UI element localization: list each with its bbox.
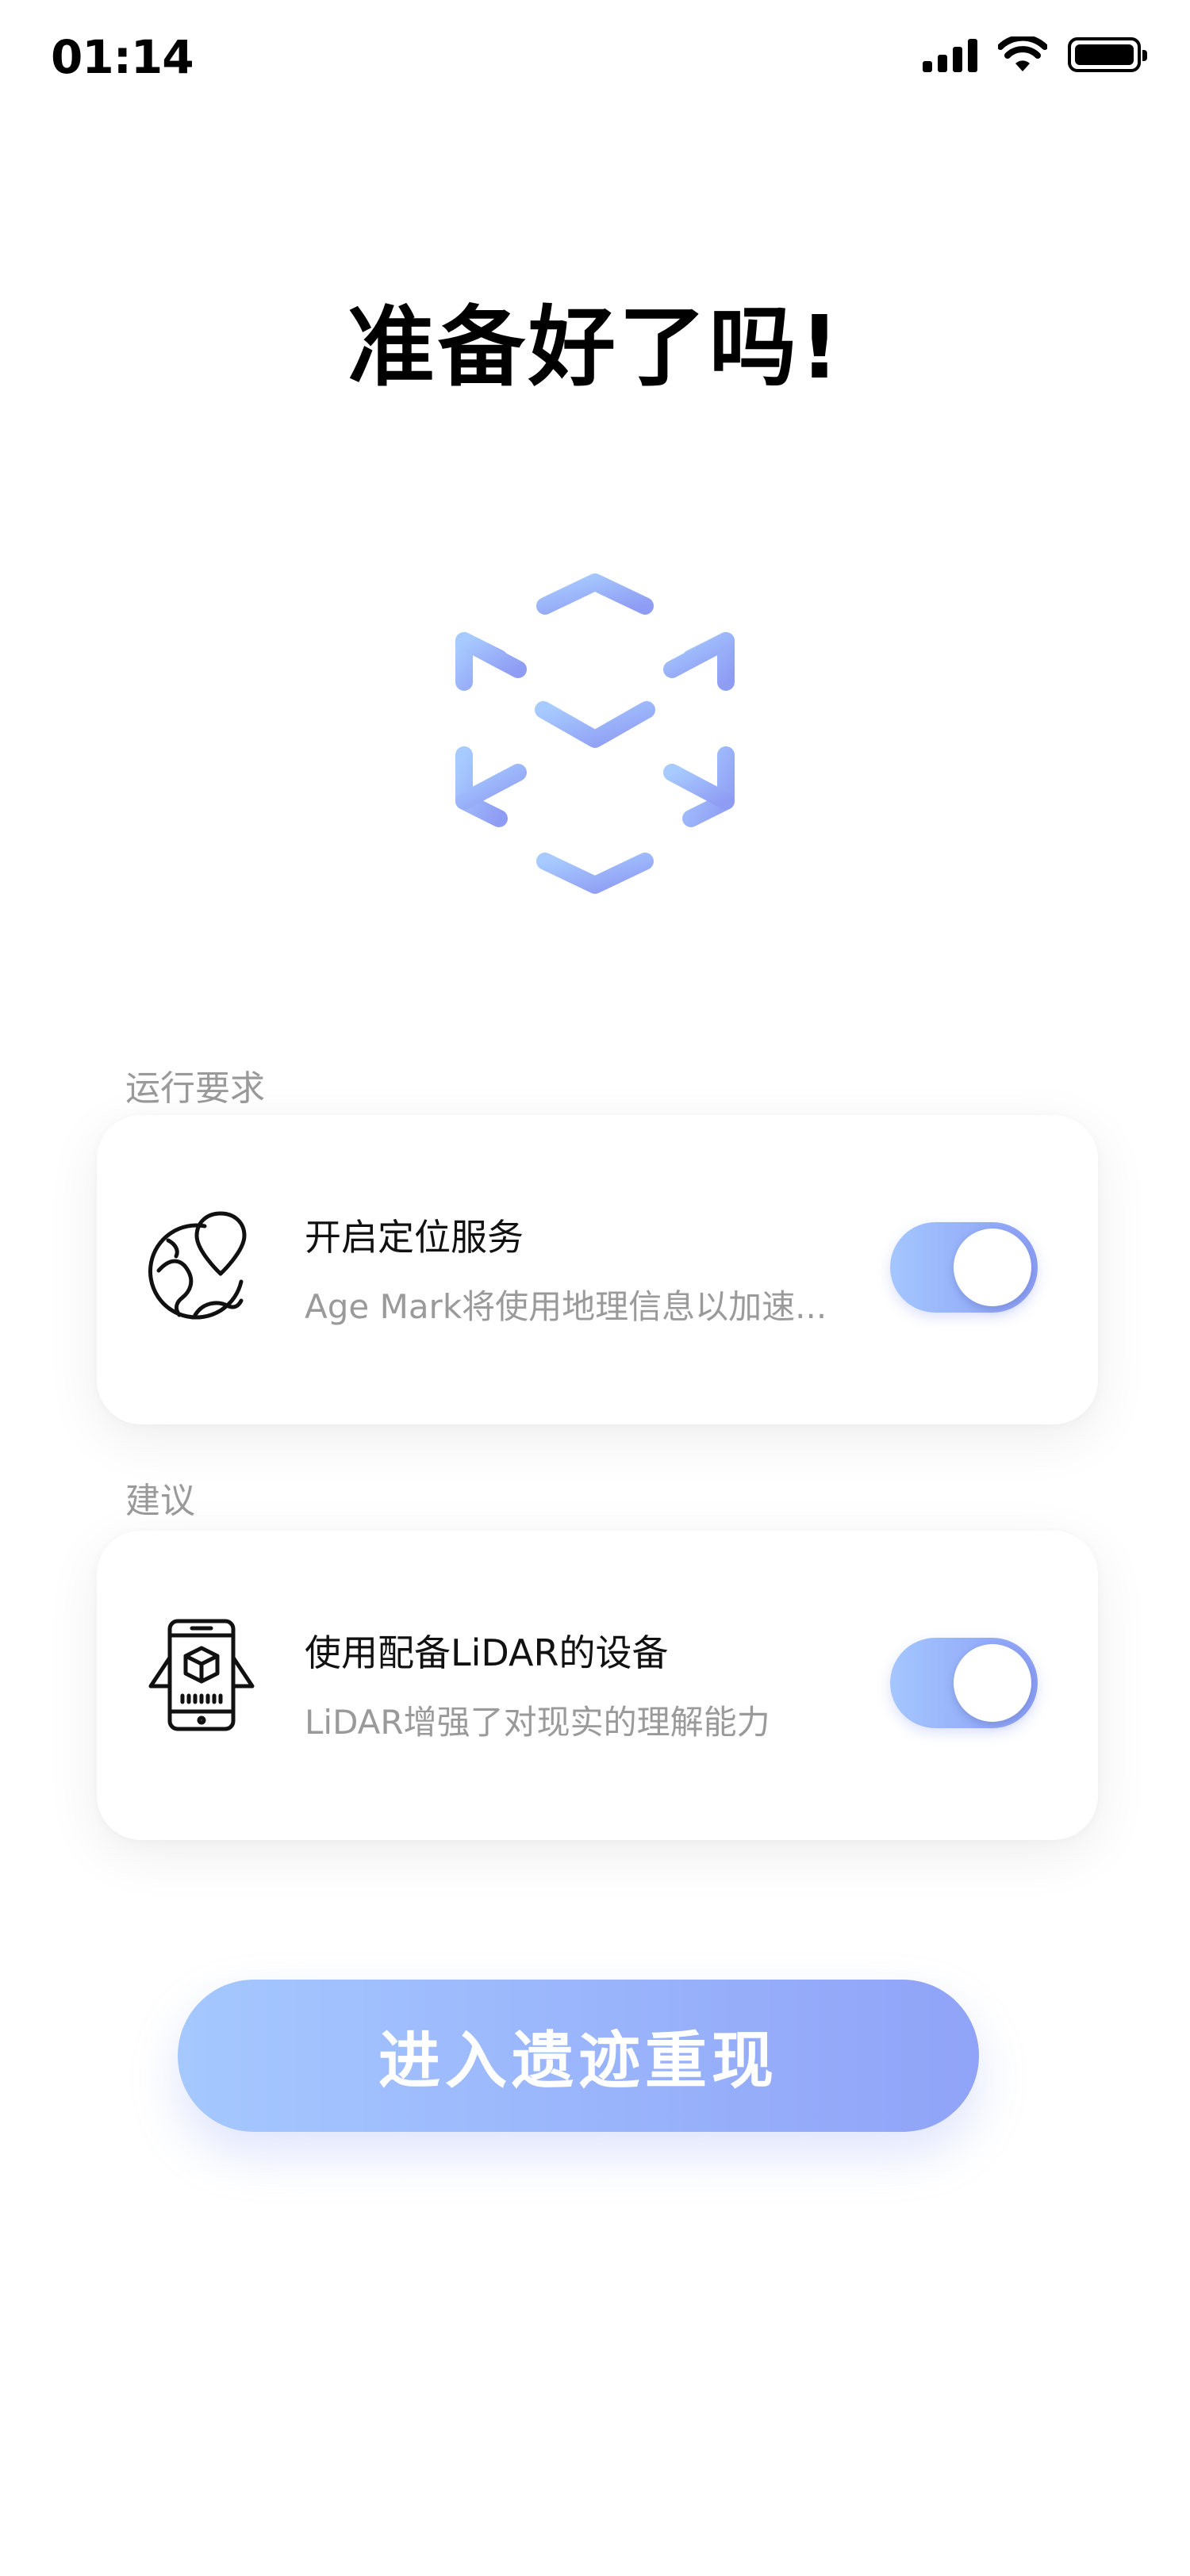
toggle-knob — [954, 1644, 1031, 1722]
battery-icon — [1068, 37, 1147, 72]
location-service-card: 开启定位服务 Age Mark将使用地理信息以加速... — [97, 1115, 1098, 1424]
lidar-device-toggle[interactable] — [890, 1638, 1038, 1728]
enter-ruins-button[interactable]: 进入遗迹重现 — [178, 1980, 979, 2132]
status-icons — [923, 36, 1147, 73]
location-service-title: 开启定位服务 — [305, 1216, 524, 1259]
phone-lidar-icon — [148, 1619, 255, 1731]
wifi-icon — [998, 36, 1047, 71]
section-label-suggestions: 建议 — [125, 1481, 195, 1521]
ar-cube-icon — [455, 573, 735, 894]
globe-location-icon — [148, 1211, 247, 1320]
location-service-subtitle: Age Mark将使用地理信息以加速... — [305, 1287, 827, 1326]
screen: 01:14 准备好了吗! 运行要求 开启定位服务 Age Mark将使用地理信息… — [0, 0, 1190, 2576]
page-title: 准备好了吗! — [347, 297, 843, 398]
cellular-signal-icon — [923, 37, 977, 72]
lidar-device-title: 使用配备LiDAR的设备 — [305, 1631, 669, 1674]
section-label-requirements: 运行要求 — [125, 1068, 265, 1109]
status-time: 01:14 — [51, 30, 194, 84]
location-service-toggle[interactable] — [890, 1222, 1038, 1313]
toggle-knob — [954, 1229, 1031, 1306]
lidar-device-card: 使用配备LiDAR的设备 LiDAR增强了对现实的理解能力 — [97, 1531, 1098, 1840]
lidar-device-subtitle: LiDAR增强了对现实的理解能力 — [305, 1703, 770, 1742]
